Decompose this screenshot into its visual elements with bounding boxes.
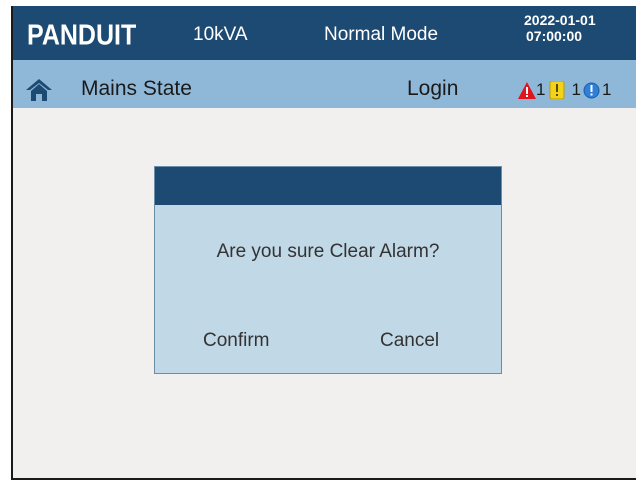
page-title: Mains State bbox=[81, 77, 192, 100]
time-text: 07:00:00 bbox=[526, 28, 583, 44]
warning-alarm-count: 1 bbox=[571, 80, 581, 99]
login-button[interactable]: Login bbox=[407, 77, 458, 101]
info-alarm-icon bbox=[583, 82, 600, 98]
confirm-button[interactable]: Confirm bbox=[203, 330, 270, 352]
dialog-header bbox=[155, 167, 501, 205]
critical-alarm-count: 1 bbox=[536, 80, 546, 99]
date-text: 2022-01-01 bbox=[524, 12, 596, 28]
warning-alarm-icon bbox=[549, 81, 565, 99]
operating-mode: Normal Mode bbox=[324, 24, 439, 45]
top-header-bar: PANDUIT 10kVA Normal Mode 2022-01-01 07:… bbox=[13, 6, 636, 60]
critical-alarm-icon bbox=[518, 81, 536, 99]
clear-alarm-dialog: Are you sure Clear Alarm? Confirm Cancel bbox=[154, 166, 502, 374]
home-icon[interactable] bbox=[25, 78, 53, 102]
datetime-display: 2022-01-01 07:00:00 bbox=[524, 12, 596, 44]
alarm-summary[interactable]: 1 1 1 bbox=[518, 78, 613, 102]
dialog-message: Are you sure Clear Alarm? bbox=[216, 241, 440, 262]
info-alarm-count: 1 bbox=[601, 80, 612, 99]
cancel-button[interactable]: Cancel bbox=[380, 330, 439, 352]
device-screen: PANDUIT 10kVA Normal Mode 2022-01-01 07:… bbox=[11, 6, 636, 480]
panduit-logo: PANDUIT bbox=[27, 19, 137, 52]
power-rating: 10kVA bbox=[193, 24, 248, 45]
